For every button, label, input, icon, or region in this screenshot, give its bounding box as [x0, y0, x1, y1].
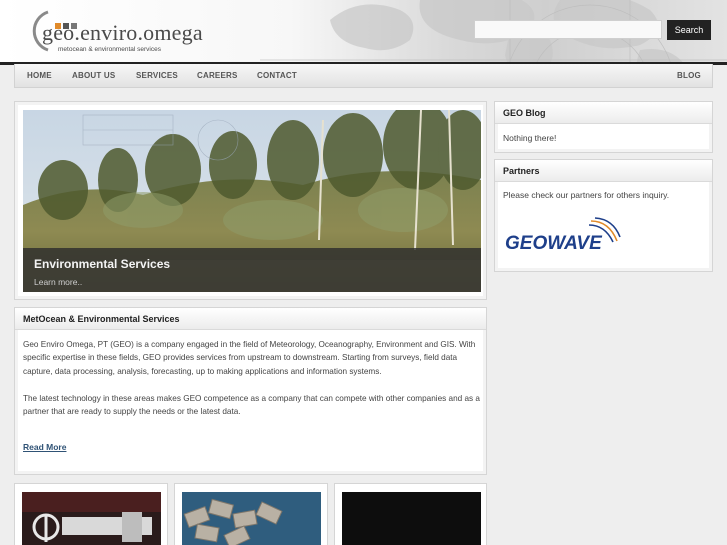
site-logo[interactable]: geo.enviro.omega metocean & environmenta… [22, 8, 222, 54]
svg-text:GEOWAVE: GEOWAVE [505, 233, 603, 254]
partners-heading: Partners [503, 166, 540, 176]
about-panel: MetOcean & Environmental Services Geo En… [14, 307, 487, 475]
nav-item-careers[interactable]: CAREERS [197, 71, 238, 80]
thumbnail-breakwater-image [182, 492, 321, 545]
blog-header: GEO Blog [495, 102, 712, 124]
about-text: Geo Enviro Omega, PT (GEO) is a company … [23, 338, 481, 432]
about-paragraph-1: Geo Enviro Omega, PT (GEO) is a company … [23, 340, 476, 376]
blog-heading: GEO Blog [503, 108, 546, 118]
about-paragraph-2: The latest technology in these areas mak… [23, 393, 480, 417]
thumbnail-dark-image [342, 492, 481, 545]
nav-item-blog[interactable]: BLOG [677, 71, 701, 80]
search-button[interactable]: Search [667, 20, 711, 40]
hero-slide[interactable]: Environmental Services Learn more.. [23, 110, 481, 292]
nav-item-services[interactable]: SERVICES [136, 71, 178, 80]
nav-item-contact[interactable]: CONTACT [257, 71, 297, 80]
site-header: geo.enviro.omega metocean & environmenta… [0, 0, 727, 62]
thumbnail-equipment-image [22, 492, 161, 545]
partners-panel: Partners Please check our partners for o… [494, 159, 713, 272]
search-input[interactable] [474, 20, 662, 39]
hero-caption: Environmental Services Learn more.. [23, 248, 481, 292]
about-header: MetOcean & Environmental Services [15, 308, 486, 330]
blog-panel: GEO Blog Nothing there! [494, 101, 713, 153]
thumbnail-card-1[interactable] [14, 483, 168, 545]
hero-panel: Environmental Services Learn more.. [14, 101, 487, 300]
read-more-link[interactable]: Read More [23, 442, 66, 452]
geowave-logo[interactable]: GEOWAVE [503, 215, 623, 255]
thumbnail-card-2[interactable] [174, 483, 328, 545]
hero-title: Environmental Services [34, 257, 171, 271]
partners-header: Partners [495, 160, 712, 182]
about-heading: MetOcean & Environmental Services [23, 314, 180, 324]
nav-item-home[interactable]: HOME [27, 71, 52, 80]
main-nav: HOME ABOUT US SERVICES CAREERS CONTACT B… [14, 64, 713, 88]
hero-learn-more-link[interactable]: Learn more.. [34, 277, 82, 287]
blog-empty-text: Nothing there! [503, 133, 557, 143]
thumbnail-card-3[interactable] [334, 483, 487, 545]
nav-item-about-us[interactable]: ABOUT US [72, 71, 115, 80]
logo-title: geo.enviro.omega [42, 20, 203, 45]
logo-subtitle: metocean & environmental services [58, 46, 161, 53]
partners-text: Please check our partners for others inq… [503, 190, 670, 200]
